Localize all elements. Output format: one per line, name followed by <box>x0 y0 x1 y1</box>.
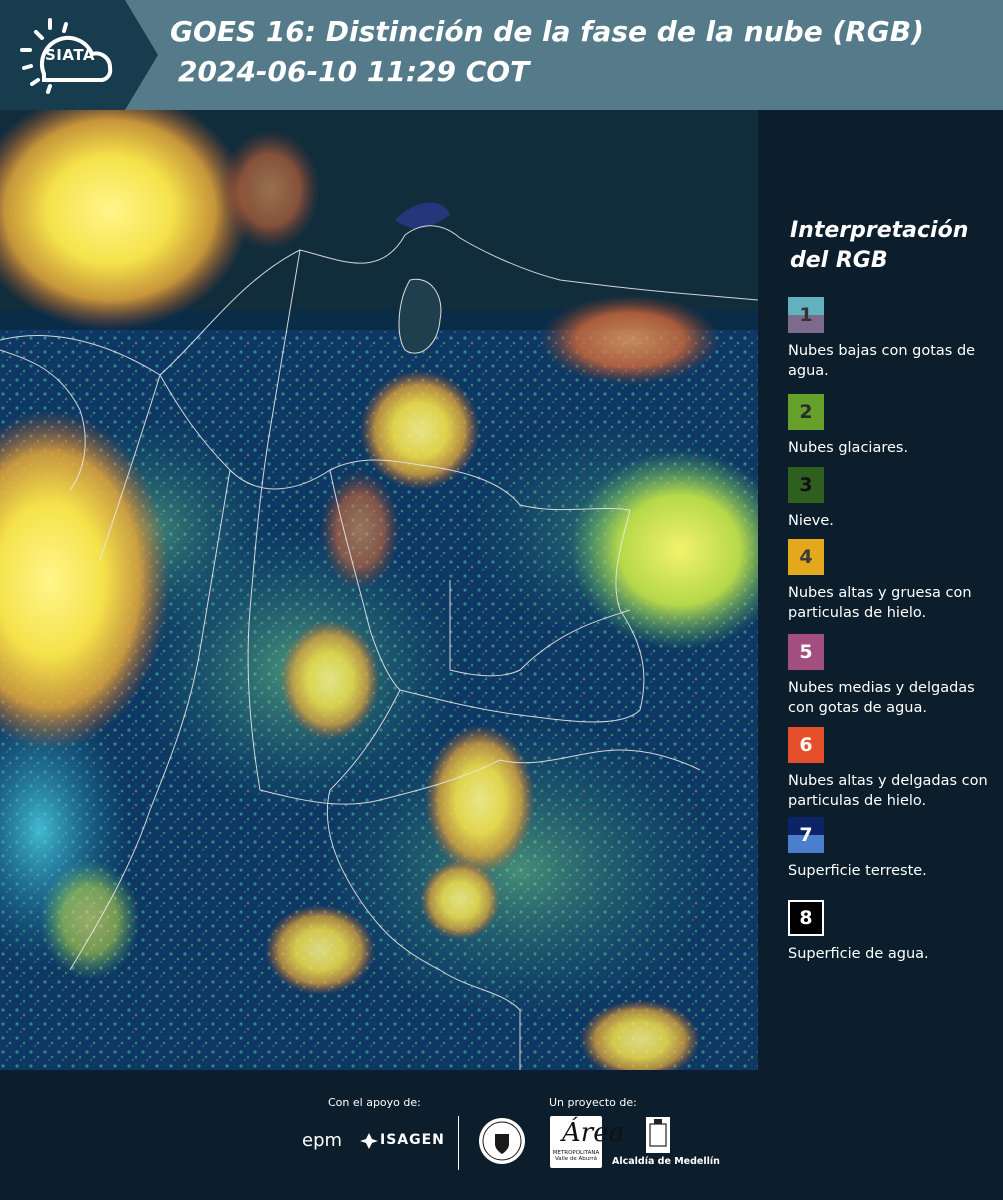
legend-number: 1 <box>799 304 813 326</box>
legend-label: Nubes medias y delgadas con gotas de agu… <box>788 680 975 716</box>
legend-swatch: 2 <box>788 394 824 430</box>
area-logo-subtitle: METROPOLITANA Valle de Aburrá <box>552 1150 600 1162</box>
legend-swatch: 6 <box>788 727 824 763</box>
legend-swatch: 5 <box>788 634 824 670</box>
alcaldia-medellin-logo[interactable]: Alcaldía de Medellín <box>612 1156 720 1167</box>
legend-label: Superficie de agua. <box>788 946 929 962</box>
legend-title-line1: Interpretación <box>790 218 969 243</box>
legend-item-4: 4 Nubes altas y gruesa con particulas de … <box>788 539 1000 623</box>
legend-item-2: 2 Nubes glaciares. <box>788 394 1000 458</box>
legend-label: Nieve. <box>788 513 834 529</box>
timestamp: 2024-06-10 11:29 COT <box>178 55 530 88</box>
support-label: Con el apoyo de: <box>328 1096 421 1109</box>
satellite-map[interactable] <box>0 110 758 1070</box>
project-label: Un proyecto de: <box>549 1096 637 1109</box>
legend-label: Nubes bajas con gotas de agua. <box>788 343 976 379</box>
legend-number: 4 <box>799 546 813 568</box>
page-title: GOES 16: Distinción de la fase de la nub… <box>170 15 924 48</box>
isagen-logo[interactable]: ISAGEN <box>380 1132 445 1148</box>
legend-item-1: 1 Nubes bajas con gotas de agua. <box>788 297 1000 381</box>
legend-number: 6 <box>799 734 813 756</box>
legend-swatch: 7 <box>788 817 824 853</box>
legend-item-6: 6 Nubes altas y delgadas con particulas d… <box>788 727 1000 811</box>
siata-logo-text: SIATA <box>45 46 96 64</box>
isagen-mark-icon <box>360 1133 378 1149</box>
legend-number: 5 <box>799 641 813 663</box>
legend-swatch: 4 <box>788 539 824 575</box>
area-logo-letter: Área <box>562 1118 625 1148</box>
legend-title: Interpretación del RGB <box>790 216 995 276</box>
alcaldia-shield-icon <box>646 1117 670 1153</box>
legend-item-3: 3 Nieve. <box>788 467 1000 531</box>
legend-label: Nubes altas y delgadas con particulas de… <box>788 773 988 809</box>
legend-item-7: 7 Superficie terreste. <box>788 817 1000 881</box>
legend-label: Nubes glaciares. <box>788 440 909 456</box>
legend-swatch: 8 <box>788 900 824 936</box>
legend-number: 2 <box>799 401 813 423</box>
area-metropolitana-logo[interactable]: Área METROPOLITANA Valle de Aburrá <box>550 1116 624 1168</box>
legend-number: 8 <box>799 907 813 929</box>
legend-item-5: 5 Nubes medias y delgadas con gotas de ag… <box>788 634 1000 718</box>
legend-number: 3 <box>799 474 813 496</box>
legend-panel: Interpretación del RGB 1 Nubes bajas con … <box>758 110 1003 1070</box>
legend-number: 7 <box>799 824 813 846</box>
satellite-image <box>0 110 758 1070</box>
legend-item-8: 8 Superficie de agua. <box>788 900 1000 964</box>
footer-divider <box>458 1116 459 1170</box>
footer: Con el apoyo de: Un proyecto de: epm ISA… <box>0 1070 1003 1200</box>
siata-logo[interactable]: SIATA <box>0 0 158 110</box>
medellin-seal-icon[interactable] <box>478 1116 526 1166</box>
epm-logo[interactable]: epm <box>302 1130 342 1151</box>
legend-swatch: 3 <box>788 467 824 503</box>
header-bar: SIATA GOES 16: Distinción de la fase de … <box>0 0 1003 110</box>
legend-swatch: 1 <box>788 297 824 333</box>
legend-label: Superficie terreste. <box>788 863 927 879</box>
legend-label: Nubes altas y gruesa con particulas de h… <box>788 585 972 621</box>
legend-title-line2: del RGB <box>790 248 888 273</box>
